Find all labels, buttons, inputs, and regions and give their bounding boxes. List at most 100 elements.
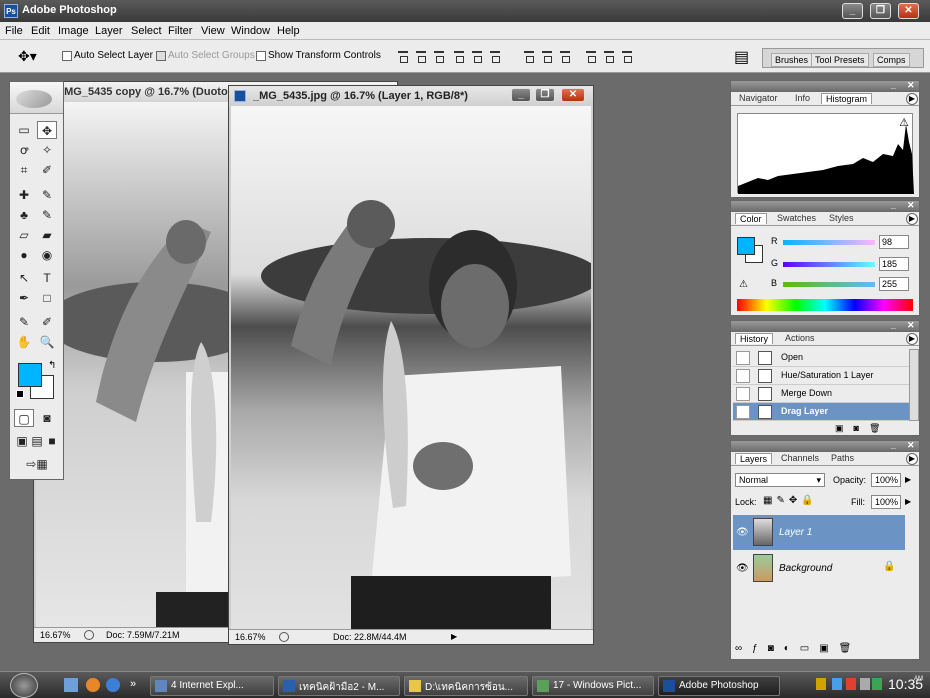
menu-view[interactable]: View	[201, 25, 225, 37]
menu-file[interactable]: File	[5, 25, 23, 37]
tray-icon[interactable]	[872, 678, 882, 690]
palette-bar[interactable]: _ ✕	[731, 320, 919, 332]
cache-warning-icon[interactable]: ⚠	[899, 116, 909, 129]
tab-swatches[interactable]: Swatches	[773, 213, 820, 223]
tab-paths[interactable]: Paths	[827, 453, 858, 463]
history-snapshot-checkbox[interactable]	[736, 387, 750, 401]
menu-layer[interactable]: Layer	[95, 25, 123, 37]
red-slider-track[interactable]	[783, 240, 875, 245]
hand-tool-icon[interactable]: ✋	[14, 333, 34, 351]
green-slider[interactable]: G 185	[771, 257, 911, 271]
swap-colors-icon[interactable]: ↰	[48, 360, 56, 371]
crop-tool-icon[interactable]: ⌗	[14, 161, 34, 179]
doc-close-button[interactable]: ✕	[561, 88, 585, 102]
layer-row-layer-1[interactable]: 👁 Layer 1	[733, 515, 905, 550]
file-browser-icon[interactable]: ▤	[734, 47, 749, 67]
tab-styles[interactable]: Styles	[825, 213, 858, 223]
tray-icon[interactable]	[846, 678, 856, 690]
color-ramp[interactable]	[737, 299, 913, 311]
auto-select-layer-checkbox[interactable]	[62, 51, 72, 61]
taskbar-item-photoshop[interactable]: Adobe Photoshop	[658, 676, 780, 696]
tab-histogram[interactable]: Histogram	[821, 93, 873, 104]
dodge-tool-icon[interactable]: ◉	[37, 246, 57, 264]
marquee-tool-icon[interactable]: ▭	[14, 121, 34, 139]
quick-mask-mode-icon[interactable]: ◙	[37, 409, 57, 427]
palette-close-icon[interactable]: ✕	[907, 80, 915, 91]
blue-slider[interactable]: B 255	[771, 277, 911, 291]
feather-logo-icon[interactable]	[16, 90, 52, 108]
tray-icon[interactable]	[832, 678, 842, 690]
blend-mode-select[interactable]: Normal ▾	[735, 473, 825, 487]
zoom-tool-icon[interactable]: 🔍	[37, 333, 57, 351]
distribute-right-icon[interactable]	[620, 49, 634, 63]
healing-brush-tool-icon[interactable]: ✚	[14, 186, 34, 204]
layer-name[interactable]: Layer 1	[779, 527, 812, 538]
fill-arrow-icon[interactable]: ▶	[905, 497, 911, 506]
move-tool-icon[interactable]: ✥▾	[18, 48, 37, 65]
lock-icons[interactable]: ▦✎✥🔒	[763, 495, 818, 506]
align-hcenter-icon[interactable]	[470, 49, 484, 63]
palette-minimize-icon[interactable]: _	[891, 320, 896, 330]
palette-close-icon[interactable]: ✕	[907, 320, 915, 331]
menu-window[interactable]: Window	[231, 25, 270, 37]
taskbar-item-ie[interactable]: 4 Internet Expl...	[150, 676, 274, 696]
history-footer-icons[interactable]: ▣◙🗑	[835, 423, 890, 434]
distribute-left-icon[interactable]	[584, 49, 598, 63]
well-tab-comps[interactable]: Comps	[873, 53, 910, 67]
shape-tool-icon[interactable]: □	[37, 289, 57, 307]
path-selection-tool-icon[interactable]: ↖	[14, 269, 34, 287]
eraser-tool-icon[interactable]: ▱	[14, 226, 34, 244]
status-menu-icon[interactable]	[84, 630, 94, 640]
foreground-color-swatch[interactable]	[18, 363, 42, 387]
palette-minimize-icon[interactable]: _	[891, 200, 896, 210]
palette-minimize-icon[interactable]: _	[891, 80, 896, 90]
menu-select[interactable]: Select	[131, 25, 162, 37]
distribute-bottom-icon[interactable]	[558, 49, 572, 63]
align-vcenter-icon[interactable]	[414, 49, 428, 63]
pen-tool-icon[interactable]: ✒	[14, 289, 34, 307]
history-brush-tool-icon[interactable]: ✎	[37, 206, 57, 224]
taskbar-item-word[interactable]: เทคนิคฝ้ามือ2 - M...	[278, 676, 400, 696]
align-left-icon[interactable]	[452, 49, 466, 63]
opacity-arrow-icon[interactable]: ▶	[905, 475, 911, 484]
history-item-selected[interactable]: Drag Layer	[733, 403, 911, 421]
lasso-tool-icon[interactable]: ꝍ	[14, 141, 34, 159]
palette-menu-icon[interactable]: ▶	[906, 93, 918, 105]
history-snapshot-checkbox[interactable]	[736, 405, 750, 419]
restore-button[interactable]: ❐	[870, 3, 891, 19]
tab-info[interactable]: Info	[791, 93, 814, 103]
slice-tool-icon[interactable]: ✐	[37, 161, 57, 179]
palette-bar[interactable]: _ ✕	[731, 200, 919, 212]
palette-close-icon[interactable]: ✕	[907, 440, 915, 451]
type-tool-icon[interactable]: T	[37, 269, 57, 287]
document-title-bar[interactable]: _MG_5435.jpg @ 16.7% (Layer 1, RGB/8*) _…	[229, 86, 593, 106]
screen-mode-full-icon[interactable]: ■	[42, 432, 62, 450]
tab-color[interactable]: Color	[735, 213, 767, 224]
tab-actions[interactable]: Actions	[781, 333, 819, 343]
eyedropper-tool-icon[interactable]: ✐	[37, 313, 57, 331]
show-desktop-icon[interactable]	[64, 678, 78, 692]
history-item[interactable]: Hue/Saturation 1 Layer	[733, 367, 911, 385]
well-tab-brushes[interactable]: Brushes	[771, 53, 813, 67]
green-slider-track[interactable]	[783, 262, 875, 267]
brush-tool-icon[interactable]: ✎	[37, 186, 57, 204]
fill-field[interactable]: 100%	[871, 495, 901, 509]
layer-row-background[interactable]: 👁 Background 🔒	[733, 551, 905, 586]
history-snapshot-checkbox[interactable]	[736, 351, 750, 365]
start-button[interactable]	[10, 673, 38, 698]
close-button[interactable]: ✕	[898, 3, 919, 19]
color-fg-swatch[interactable]	[737, 237, 755, 255]
internet-explorer-icon[interactable]	[106, 678, 120, 692]
taskbar-item-picture-viewer[interactable]: 17 - Windows Pict...	[532, 676, 654, 696]
history-item[interactable]: Merge Down	[733, 385, 911, 403]
document-window-main[interactable]: _MG_5435.jpg @ 16.7% (Layer 1, RGB/8*) _…	[228, 85, 594, 645]
gamut-warning-icon[interactable]: ⚠	[739, 279, 748, 290]
palette-menu-icon[interactable]: ▶	[906, 333, 918, 345]
auto-select-groups-checkbox[interactable]	[156, 51, 166, 61]
notes-tool-icon[interactable]: ✎	[14, 313, 34, 331]
gradient-tool-icon[interactable]: ▰	[37, 226, 57, 244]
clone-stamp-tool-icon[interactable]: ♣	[14, 206, 34, 224]
distribute-vcenter-icon[interactable]	[540, 49, 554, 63]
red-slider[interactable]: R 98	[771, 235, 911, 249]
align-bottom-icon[interactable]	[432, 49, 446, 63]
